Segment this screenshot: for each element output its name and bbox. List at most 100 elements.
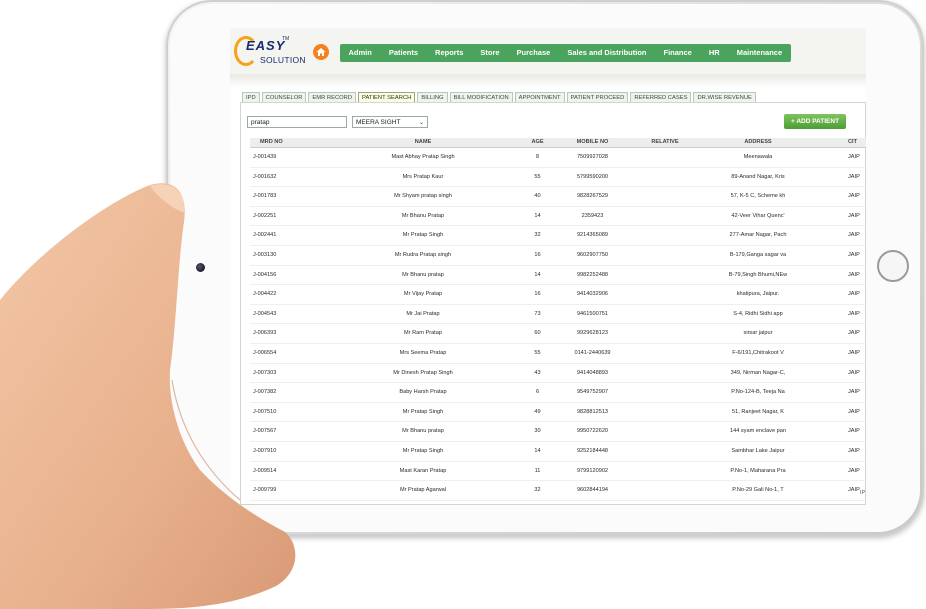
cell-name: Mr Rudra Pratap singh <box>394 251 452 258</box>
col-header-name[interactable]: NAME <box>338 138 508 147</box>
table-row[interactable]: J-007382 Baby Harsh Pratap 6 9549752907 P.No… <box>250 383 866 403</box>
table-row[interactable]: J-002441 Mr Pratap Singh 32 9214365089 277-A… <box>250 226 866 246</box>
nav-item-hr[interactable]: HR <box>700 44 728 62</box>
cell-age: 14 <box>534 271 541 278</box>
cell-mrd: J-001439 <box>253 154 277 160</box>
patient-search-input[interactable]: pratap <box>247 116 347 128</box>
table-row[interactable]: J-007567 Mr Bhanu pratap 30 9950722620 144 s… <box>250 422 866 442</box>
cell-address: B-179,Ganga sagar va <box>729 251 787 258</box>
nav-item-purchase[interactable]: Purchase <box>508 44 559 62</box>
table-header: MRD NO NAME AGE MOBILE NO RELATIVE ADDRE… <box>250 138 866 148</box>
cell-age: 43 <box>534 369 541 376</box>
home-button[interactable] <box>877 250 909 282</box>
cell-address: khatipura, Jaipur. <box>736 291 780 298</box>
cell-age: 14 <box>534 447 541 454</box>
table-row[interactable]: J-006393 Mr Ram Pratap 60 9929628123 sirsar … <box>250 324 866 344</box>
cell-city: JAIP <box>848 447 860 454</box>
tab-billing[interactable]: BILLING <box>417 92 448 102</box>
table-row[interactable]: J-006554 Mrs Seema Pratap 55 0141-2440639 F-… <box>250 344 866 364</box>
tab-ipd[interactable]: IPD <box>242 92 260 102</box>
table-row[interactable]: J-003130 Mr Rudra Pratap singh 16 960290775… <box>250 246 866 266</box>
tab-referred-cases[interactable]: REFERRED CASES <box>630 92 692 102</box>
table-row[interactable]: J-004422 Mr Vijay Pratap 16 9414032906 khati… <box>250 285 866 305</box>
cell-name: Mr Bhanu pratap <box>402 271 444 278</box>
cell-city: JAIP <box>848 310 860 317</box>
tab-counselor[interactable]: COUNSELOR <box>261 92 307 102</box>
cell-age: 14 <box>534 212 541 219</box>
nav-item-finance[interactable]: Finance <box>655 44 700 62</box>
cell-age: 8 <box>535 154 540 160</box>
nav-item-reports[interactable]: Reports <box>427 44 472 62</box>
tab-patient-proceed[interactable]: PATIENT PROCEED <box>566 92 629 102</box>
cell-city: JAIP <box>848 251 860 258</box>
cell-mobile: 7509927028 <box>576 154 609 160</box>
cell-mrd: J-009799 <box>253 487 277 494</box>
cell-name: Mr Vijay Pratap <box>403 291 443 298</box>
cell-mrd: J-001632 <box>253 173 277 180</box>
home-icon[interactable] <box>313 44 329 60</box>
nav-item-patients[interactable]: Patients <box>380 44 426 62</box>
table-row[interactable]: J-007303 Mr Dinesh Pratap Singh 43 94140488… <box>250 364 866 384</box>
tab-emr-record[interactable]: EMR RECORD <box>308 92 357 102</box>
cell-name: Mr Pratap Singh <box>402 408 444 415</box>
logo-text-solution: SOLUTION <box>260 55 306 65</box>
tab-dr-wise-revenue[interactable]: DR.WISE REVENUE <box>693 92 756 102</box>
table-row[interactable]: J-007510 Mr Pratap Singh 49 9828812513 51, R… <box>250 403 866 423</box>
table-row[interactable]: J-007910 Mr Pratap Singh 14 9252184448 Sambh… <box>250 442 866 462</box>
nav-item-sales-and-distribution[interactable]: Sales and Distribution <box>559 44 655 62</box>
table-row[interactable]: J-001632 Mrs Pratap Kaur 55 5799590200 89-An… <box>250 168 866 188</box>
table-row[interactable]: J-001439 Mast Abhay Pratap Singh 8 75099270… <box>250 148 866 168</box>
col-header-mobile[interactable]: MOBILE NO <box>560 138 625 147</box>
cell-mobile: 9414048893 <box>576 369 609 376</box>
cell-city: JAIP <box>848 193 860 200</box>
col-header-relative[interactable]: RELATIVE <box>635 138 695 147</box>
clinic-select[interactable]: MEERA SIGHT ⌄ <box>352 116 428 128</box>
cell-name: Mr Bhanu Pratap <box>401 212 445 219</box>
cell-name: Mr Pratap Singh <box>402 232 444 239</box>
add-patient-button[interactable]: + ADD PATIENT <box>784 114 846 129</box>
cell-name: Mr Jai Pratap <box>406 310 440 317</box>
col-header-mrd[interactable]: MRD NO <box>260 138 310 147</box>
col-header-city[interactable]: CIT <box>848 138 866 147</box>
col-header-address[interactable]: ADDRESS <box>708 138 808 147</box>
cell-mrd: J-002441 <box>253 232 277 239</box>
table-row[interactable]: J-002251 Mr Bhanu Pratap 14 2359423 42-Veer … <box>250 207 866 227</box>
cell-name: Mr Pratap Agarwal <box>399 487 446 494</box>
tab-patient-search[interactable]: PATIENT SEARCH <box>358 92 416 102</box>
table-row[interactable]: J-009799 Mr Pratap Agarwal 32 9602844194 P.N… <box>250 481 866 501</box>
tab-appointment[interactable]: APPOINTMENT <box>514 92 565 102</box>
cell-age: 55 <box>534 173 541 180</box>
table-row[interactable]: J-004543 Mr Jai Pratap 73 9461500751 S-4, Ri… <box>250 305 866 325</box>
cell-age: 32 <box>534 487 541 494</box>
col-header-age[interactable]: AGE <box>520 138 555 147</box>
cell-mobile: 9252184448 <box>576 447 609 454</box>
nav-item-maintenance[interactable]: Maintenance <box>728 44 790 62</box>
cell-address: 89-Anand Nagar, Kris <box>731 173 785 180</box>
company-logo[interactable]: EASY TM SOLUTION <box>234 36 306 70</box>
logo-trademark: TM <box>282 36 290 42</box>
cell-age: 60 <box>534 330 541 337</box>
table-row[interactable]: J-004156 Mr Bhanu pratap 14 9982252488 B-79,… <box>250 266 866 286</box>
cell-age: 16 <box>534 251 541 258</box>
cell-age: 30 <box>534 428 541 435</box>
nav-item-store[interactable]: Store <box>472 44 508 62</box>
header-bar: EASY TM SOLUTION Admin Patients Reports Sto… <box>230 28 866 75</box>
chevron-down-icon: ⌄ <box>418 120 424 126</box>
cell-name: Mr Pratap Singh <box>402 447 444 454</box>
patient-table: MRD NO NAME AGE MOBILE NO RELATIVE ADDRE… <box>250 138 866 501</box>
tab-bill-modification[interactable]: BILL MODIFICATION <box>449 92 513 102</box>
cell-mrd: J-004422 <box>253 291 277 298</box>
cell-mobile: 9214365089 <box>576 232 609 239</box>
cell-mobile: 9602844194 <box>576 487 609 494</box>
nav-item-admin[interactable]: Admin <box>340 44 380 62</box>
cell-name: Mr Ram Pratap <box>404 330 442 337</box>
cell-mobile: 9602907750 <box>576 251 609 258</box>
cell-city: JAIP <box>848 428 860 435</box>
table-body: J-001439 Mast Abhay Pratap Singh 8 75099270… <box>250 148 866 501</box>
cell-mobile: 9414032906 <box>576 291 609 298</box>
table-row[interactable]: J-009514 Mast Karan Pratap 11 9799120902 P.N… <box>250 462 866 482</box>
cell-name: Mr Dinesh Pratap Singh <box>393 369 453 376</box>
table-row[interactable]: J-001783 Mr Shyam pratap singh 40 982826752… <box>250 187 866 207</box>
cell-name: Mr Shyam pratap singh <box>394 193 452 200</box>
module-tabs: IPD COUNSELOR EMR RECORD PATIENT SEARCH BILL… <box>242 92 756 102</box>
